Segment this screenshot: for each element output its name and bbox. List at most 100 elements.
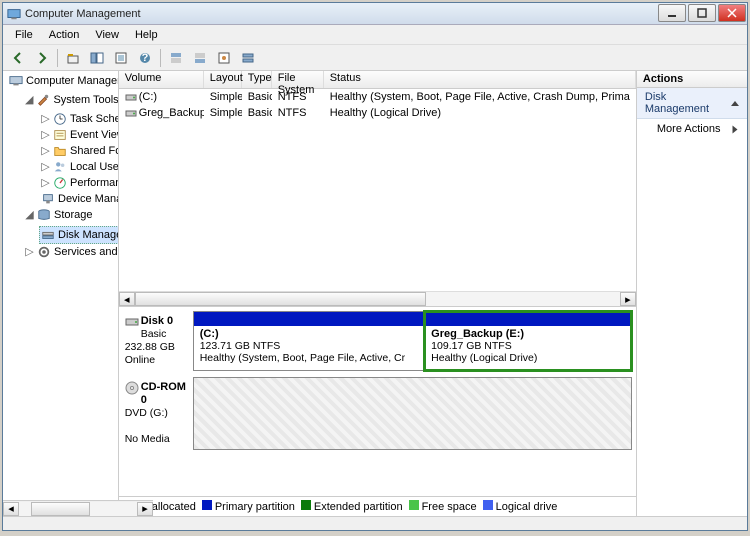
- tree-root[interactable]: Computer Management (Local: [7, 73, 116, 89]
- cdrom-icon: [125, 381, 139, 395]
- actions-section[interactable]: Disk Management: [637, 88, 747, 119]
- tree-system-tools[interactable]: ◢ System Tools: [23, 92, 114, 108]
- tree-shared-folders[interactable]: ▷ Shared Folders: [39, 143, 119, 159]
- tree-services-apps[interactable]: ▷ Services and Applications: [23, 244, 119, 260]
- disk-graphical-view: Disk 0Basic232.88 GBOnline(C:)123.71 GB …: [119, 307, 636, 496]
- actions-pane: Actions Disk Management More Actions: [637, 71, 747, 516]
- col-layout[interactable]: Layout: [204, 71, 242, 88]
- show-hide-tree-button[interactable]: [86, 47, 108, 69]
- scroll-right-button[interactable]: ▸: [620, 292, 636, 306]
- disk-info: Disk 0Basic232.88 GBOnline: [123, 311, 193, 371]
- tree-device-manager[interactable]: Device Manager: [39, 191, 119, 207]
- statusbar: [3, 516, 747, 530]
- drive-icon: [125, 107, 137, 119]
- collapse-icon[interactable]: ◢: [25, 96, 33, 105]
- scroll-track[interactable]: [135, 292, 620, 306]
- device-icon: [41, 192, 55, 206]
- scroll-right-button[interactable]: ▸: [137, 502, 153, 516]
- disk-icon: [125, 315, 139, 329]
- chevron-right-icon: [733, 125, 738, 133]
- tree-disk-management[interactable]: Disk Management: [39, 226, 119, 244]
- legend-extended: Extended partition: [301, 500, 403, 513]
- toolbar-separator: [57, 49, 58, 67]
- window-controls: [657, 3, 747, 24]
- collapse-icon[interactable]: ◢: [25, 211, 34, 220]
- disk-partitions: [193, 377, 632, 450]
- tree-local-users[interactable]: ▷Local Users and Groups: [39, 159, 119, 175]
- forward-button[interactable]: [31, 47, 53, 69]
- menu-help[interactable]: Help: [127, 27, 166, 43]
- refresh-button[interactable]: [237, 47, 259, 69]
- maximize-button[interactable]: [688, 4, 716, 22]
- collapse-icon: [731, 101, 739, 106]
- settings-button[interactable]: [213, 47, 235, 69]
- col-volume[interactable]: Volume: [119, 71, 204, 88]
- expand-icon[interactable]: ▷: [41, 115, 50, 124]
- volume-header: Volume Layout Type File System Status: [119, 71, 636, 89]
- tree-performance[interactable]: ▷ Performance: [39, 175, 119, 191]
- partition-stripe: [425, 312, 631, 326]
- volume-row[interactable]: Greg_Backup (E:)SimpleBasicNTFSHealthy (…: [119, 105, 636, 121]
- tree: Computer Management (Local ◢ System Tool…: [3, 73, 118, 260]
- expand-icon[interactable]: ▷: [41, 131, 50, 140]
- legend: Unallocated Primary partition Extended p…: [119, 496, 636, 516]
- tree-pane[interactable]: Computer Management (Local ◢ System Tool…: [3, 71, 119, 516]
- expand-icon[interactable]: ▷: [41, 179, 50, 188]
- tree-storage[interactable]: ◢ Storage: [23, 207, 114, 223]
- menu-view[interactable]: View: [87, 27, 127, 43]
- center-pane: Volume Layout Type File System Status (C…: [119, 71, 637, 516]
- volume-row[interactable]: (C:)SimpleBasicNTFSHealthy (System, Boot…: [119, 89, 636, 105]
- legend-primary: Primary partition: [202, 500, 295, 513]
- window-title: Computer Management: [25, 8, 657, 20]
- tree-event-viewer[interactable]: ▷Event Viewer: [39, 127, 119, 143]
- scroll-thumb[interactable]: [31, 502, 90, 516]
- volume-scrollbar[interactable]: ◂ ▸: [119, 291, 636, 307]
- view-bottom-button[interactable]: [189, 47, 211, 69]
- expand-icon[interactable]: ▷: [41, 163, 50, 172]
- close-button[interactable]: [718, 4, 746, 22]
- window: Computer Management File Action View Hel…: [2, 2, 748, 531]
- minimize-button[interactable]: [658, 4, 686, 22]
- expand-icon[interactable]: ▷: [41, 147, 50, 156]
- tree-scrollbar[interactable]: ◂ ▸: [3, 500, 153, 516]
- services-icon: [37, 245, 51, 259]
- disk-mgmt-icon: [41, 228, 55, 242]
- tree-label: Shared Folders: [70, 143, 119, 159]
- tree-task-scheduler[interactable]: ▷Task Scheduler: [39, 111, 119, 127]
- tree-label: Performance: [70, 175, 119, 191]
- scroll-left-button[interactable]: ◂: [3, 502, 19, 516]
- col-fs[interactable]: File System: [272, 71, 324, 88]
- back-button[interactable]: [7, 47, 29, 69]
- partition[interactable]: (C:)123.71 GB NTFSHealthy (System, Boot,…: [194, 312, 425, 370]
- tree-root-label: Computer Management (Local: [26, 73, 119, 89]
- menu-action[interactable]: Action: [41, 27, 88, 43]
- col-type[interactable]: Type: [242, 71, 272, 88]
- tree-label: Storage: [54, 207, 93, 223]
- legend-logical: Logical drive: [483, 500, 558, 513]
- expand-icon[interactable]: ▷: [25, 248, 34, 257]
- scroll-left-button[interactable]: ◂: [119, 292, 135, 306]
- storage-icon: [37, 208, 51, 222]
- tree-label: Disk Management: [58, 227, 119, 243]
- actions-more[interactable]: More Actions: [637, 119, 747, 139]
- properties-button[interactable]: [110, 47, 132, 69]
- clock-icon: [53, 112, 67, 126]
- tree-label: System Tools: [53, 92, 118, 108]
- partition[interactable]: Greg_Backup (E:)109.17 GB NTFSHealthy (L…: [425, 312, 631, 370]
- up-button[interactable]: [62, 47, 84, 69]
- col-status[interactable]: Status: [324, 71, 636, 88]
- view-top-button[interactable]: [165, 47, 187, 69]
- help-button[interactable]: ?: [134, 47, 156, 69]
- drive-icon: [125, 91, 137, 103]
- titlebar: Computer Management: [3, 3, 747, 25]
- performance-icon: [53, 176, 67, 190]
- toolbar-separator: [160, 49, 161, 67]
- legend-free: Free space: [409, 500, 477, 513]
- tree-label: Services and Applications: [54, 244, 119, 260]
- scroll-track[interactable]: [19, 502, 137, 516]
- actions-section-label: Disk Management: [645, 91, 731, 115]
- actions-header: Actions: [637, 71, 747, 88]
- menu-file-label: File: [15, 29, 33, 41]
- scroll-thumb[interactable]: [135, 292, 426, 306]
- menu-file[interactable]: File: [7, 27, 41, 43]
